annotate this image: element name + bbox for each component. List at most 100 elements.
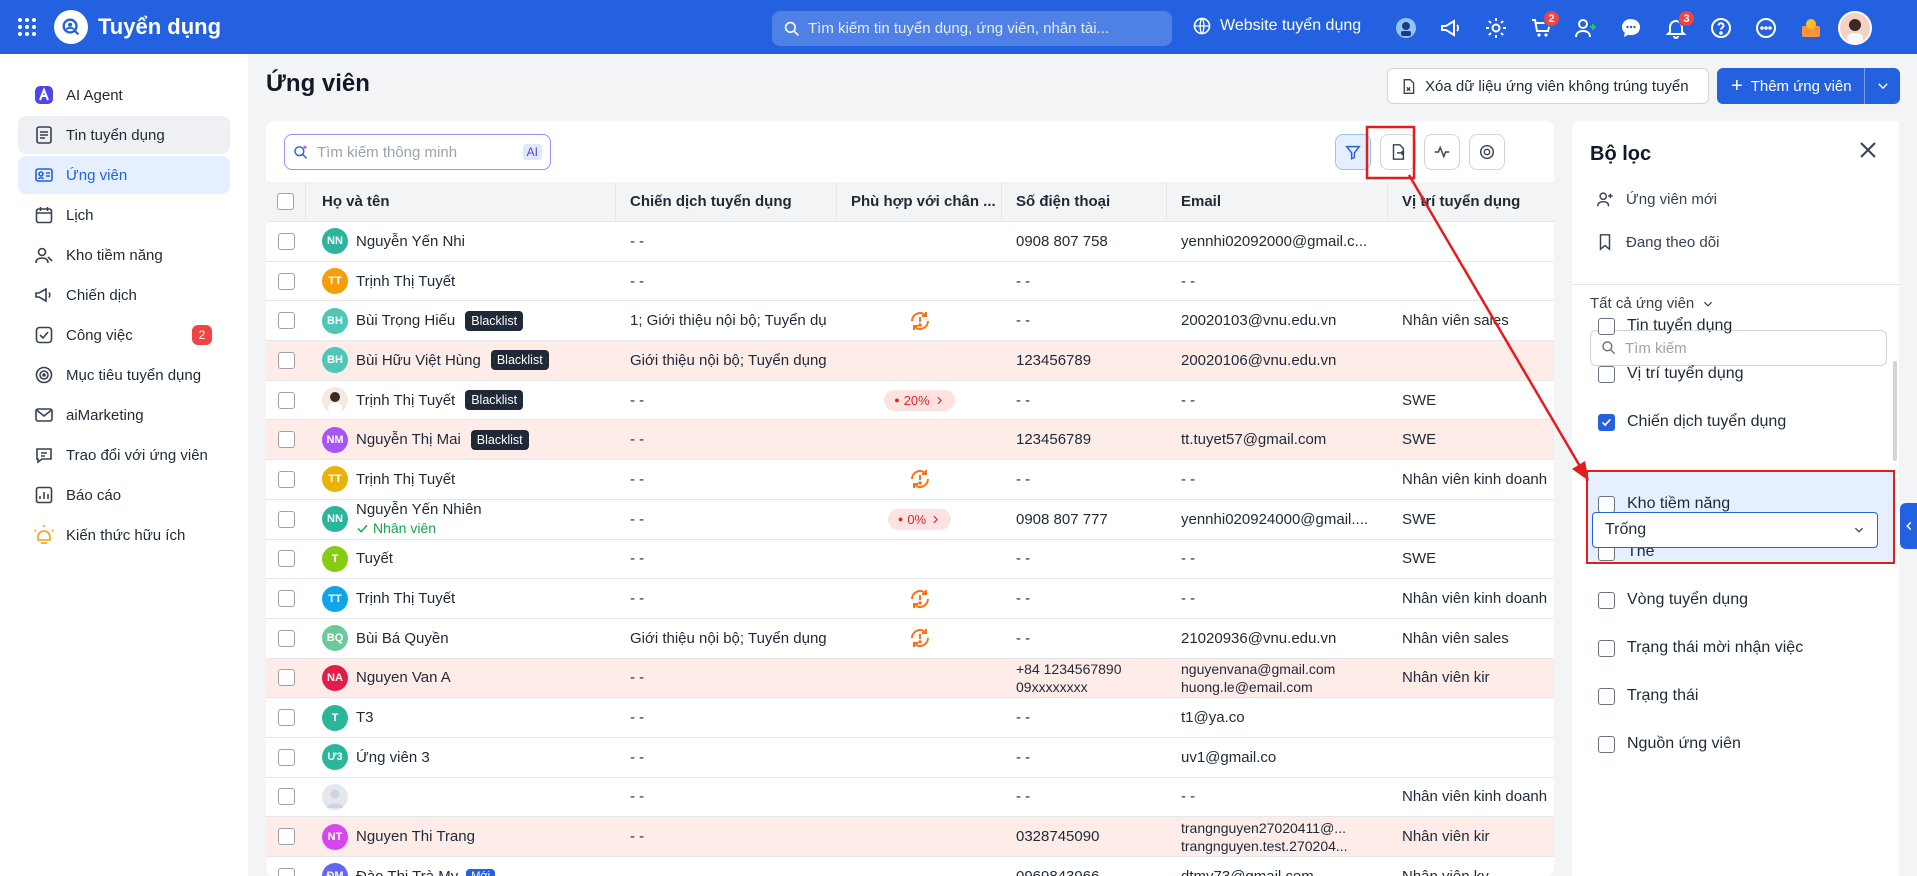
table-row[interactable]: BH Bùi Trọng Hiếu Blacklist 1; Giới thiệu n… (266, 301, 1554, 342)
row-checkbox[interactable] (277, 391, 295, 409)
column-fit[interactable]: Phù hợp với chân ... (837, 181, 1002, 222)
row-checkbox[interactable] (277, 748, 295, 766)
sidebar-item-campaigns[interactable]: Chiến dịch (18, 276, 230, 314)
column-campaign[interactable]: Chiến dịch tuyển dụng (616, 181, 837, 222)
filter-option-checkbox[interactable] (1598, 591, 1615, 609)
candidate-name[interactable]: Trịnh Thị Tuyết (356, 471, 455, 488)
export-button[interactable] (1380, 134, 1416, 170)
sidebar-item-jobs[interactable]: Tin tuyển dụng (18, 116, 230, 154)
sidebar-item-tasks[interactable]: Công việc 2 (18, 316, 230, 354)
row-checkbox[interactable] (277, 709, 295, 727)
candidate-name[interactable]: Nguyen Thi Trang (356, 828, 475, 845)
table-row[interactable]: TT Trịnh Thị Tuyết - - - - - - Nhân viên kinh… (266, 579, 1554, 619)
user-avatar[interactable] (1838, 10, 1872, 45)
header-checkbox[interactable] (277, 193, 294, 210)
column-email[interactable]: Email (1167, 181, 1388, 222)
row-checkbox-cell[interactable] (266, 222, 306, 261)
row-checkbox-cell[interactable] (266, 420, 306, 459)
row-checkbox-cell[interactable] (266, 738, 306, 777)
settings-gear-icon[interactable] (1478, 10, 1513, 45)
row-checkbox-cell[interactable] (266, 698, 306, 737)
table-row[interactable]: T Tuyết - - - - - - SWE (266, 540, 1554, 580)
sidebar-item-goals[interactable]: Mục tiêu tuyển dụng (18, 356, 230, 394)
candidate-name[interactable]: Trịnh Thị Tuyết (356, 273, 455, 290)
filter-option[interactable]: Kho tiềm năng (1598, 495, 1730, 513)
close-icon[interactable] (1856, 138, 1880, 162)
campaign-filter-select[interactable]: Trống (1592, 512, 1878, 548)
candidate-name[interactable]: Bùi Bá Quyền (356, 630, 449, 647)
location-pin-icon[interactable] (1793, 10, 1828, 45)
filter-option-checkbox[interactable] (1598, 735, 1615, 753)
candidate-name[interactable]: Nguyễn Yến Nhiên (356, 501, 482, 519)
row-checkbox[interactable] (277, 312, 295, 330)
filter-option-checkbox[interactable] (1598, 639, 1615, 657)
row-checkbox[interactable] (277, 867, 295, 876)
table-row[interactable]: NA Nguyen Van A - - +84 1234567890 09xxxxxxx… (266, 658, 1554, 699)
filter-option-checkbox[interactable] (1598, 365, 1615, 383)
sidebar-item-ai-agent[interactable]: AI Agent (18, 76, 230, 114)
filter-button[interactable] (1335, 134, 1371, 170)
sidebar-item-calendar[interactable]: Lịch (18, 196, 230, 234)
fit-score-badge[interactable]: ● 20% (884, 389, 955, 411)
sidebar-item-talent-pool[interactable]: Kho tiềm năng (18, 236, 230, 274)
candidate-name[interactable]: Đào Thị Trà My (356, 868, 458, 876)
filter-option-checkbox[interactable] (1598, 687, 1615, 705)
row-checkbox-cell[interactable] (266, 460, 306, 499)
delete-rejected-button[interactable]: Xóa dữ liệu ứng viên không trúng tuyển (1387, 68, 1709, 104)
row-checkbox[interactable] (277, 470, 295, 488)
row-checkbox[interactable] (277, 828, 295, 846)
candidate-name[interactable]: Trịnh Thị Tuyết (356, 392, 455, 409)
sidebar-item-knowledge[interactable]: Kiến thức hữu ích (18, 516, 230, 554)
filter-option[interactable]: Trạng thái mời nhận việc (1598, 639, 1803, 657)
row-checkbox[interactable] (277, 431, 295, 449)
sidebar-item-candidates[interactable]: Ứng viên (18, 156, 230, 194)
row-checkbox-cell[interactable] (266, 659, 306, 698)
table-row[interactable]: T T3 - - - - t1@ya.co (266, 698, 1554, 738)
app-grid-icon[interactable] (0, 0, 54, 54)
filter-option-checkbox[interactable] (1598, 495, 1615, 513)
all-candidates-dropdown[interactable]: Tất cả ứng viên (1590, 295, 1714, 312)
filter-option-checkbox[interactable] (1598, 413, 1615, 431)
table-row[interactable]: Trịnh Thị Tuyết Blacklist - - ● 20% - - - - SWE (266, 381, 1554, 421)
sidebar-item-reports[interactable]: Báo cáo (18, 476, 230, 514)
more-icon[interactable] (1748, 10, 1783, 45)
row-checkbox-cell[interactable] (266, 540, 306, 579)
app-brand[interactable]: Tuyển dụng (54, 10, 221, 44)
candidate-name[interactable]: T3 (356, 709, 374, 726)
add-candidate-dropdown[interactable] (1864, 68, 1900, 104)
column-phone[interactable]: Số điện thoại (1002, 181, 1167, 222)
filter-following[interactable]: Đang theo dõi (1596, 233, 1719, 251)
global-search-input[interactable]: Tìm kiếm tin tuyển dụng, ứng viên, nhân … (772, 11, 1172, 46)
row-checkbox-cell[interactable] (266, 500, 306, 539)
row-checkbox-cell[interactable] (266, 778, 306, 817)
filter-option[interactable]: Chiến dịch tuyển dụng (1598, 413, 1786, 431)
table-settings-button[interactable] (1469, 134, 1505, 170)
candidate-name[interactable]: Tuyết (356, 550, 393, 567)
table-row[interactable]: ĐM Đào Thị Trà My Mới 0969843966 dtmy73@gmai… (266, 857, 1554, 876)
filter-option[interactable]: Nguồn ứng viên (1598, 735, 1741, 753)
row-checkbox[interactable] (277, 510, 295, 528)
chat-icon[interactable] (1613, 10, 1648, 45)
filter-option[interactable]: Vòng tuyển dụng (1598, 591, 1748, 609)
select-all-checkbox[interactable] (266, 181, 306, 222)
candidate-name[interactable]: Nguyễn Thị Mai (356, 431, 461, 448)
candidate-name[interactable]: Nguyễn Yến Nhi (356, 233, 465, 250)
filter-scrollbar[interactable] (1893, 361, 1897, 461)
filter-search-input[interactable]: Tìm kiếm (1590, 330, 1887, 366)
table-row[interactable]: TT Trịnh Thị Tuyết - - - - - - (266, 262, 1554, 302)
row-checkbox[interactable] (277, 272, 295, 290)
candidate-name[interactable]: Ứng viên 3 (356, 749, 430, 766)
smart-search-input[interactable]: Tìm kiếm thông minh AI (284, 134, 551, 170)
row-checkbox-cell[interactable] (266, 341, 306, 380)
fit-score-badge[interactable]: ● 0% (887, 508, 952, 530)
filter-option-checkbox[interactable] (1598, 317, 1615, 335)
panel-collapse-tab[interactable] (1900, 503, 1917, 549)
website-link[interactable]: Website tuyển dụng (1192, 16, 1361, 36)
table-row[interactable]: BH Bùi Hữu Việt Hùng Blacklist Giới thiệu n… (266, 341, 1554, 381)
row-checkbox-cell[interactable] (266, 619, 306, 658)
row-checkbox[interactable] (277, 590, 295, 608)
row-checkbox-cell[interactable] (266, 817, 306, 856)
column-position[interactable]: Vị trí tuyển dụng (1388, 182, 1554, 222)
sidebar-item-aimarketing[interactable]: aiMarketing (18, 396, 230, 434)
table-row[interactable]: NN Nguyễn Yến Nhiên Nhân viên - - ● 0% 0908 80… (266, 500, 1554, 540)
